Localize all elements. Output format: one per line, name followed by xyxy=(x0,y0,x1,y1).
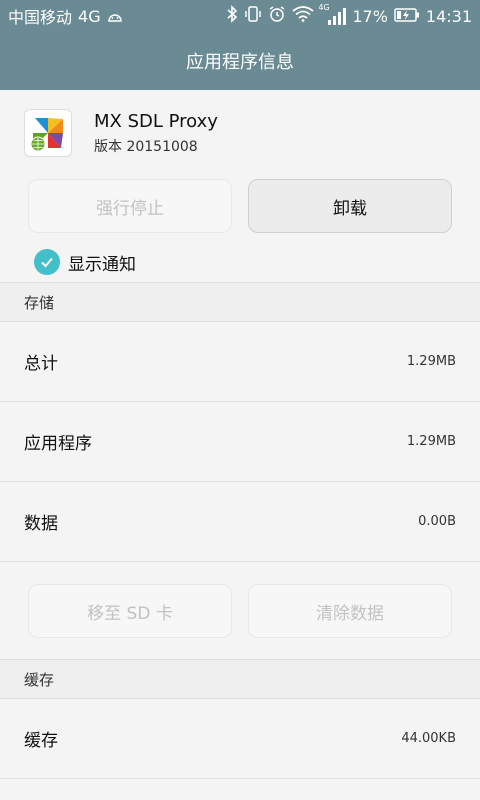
clear-data-button[interactable]: 清除数据 xyxy=(248,584,452,638)
storage-row-app: 应用程序 1.29MB xyxy=(0,402,480,482)
move-to-sd-label: 移至 SD 卡 xyxy=(87,603,173,624)
android-icon xyxy=(107,7,123,26)
cache-header-label: 缓存 xyxy=(24,670,55,689)
app-header: MX SDL Proxy 版本 20151008 xyxy=(0,90,480,176)
show-notification-toggle[interactable]: 显示通知 xyxy=(34,248,136,276)
storage-row-data: 数据 0.00B xyxy=(0,482,480,562)
app-name: MX SDL Proxy xyxy=(94,110,218,132)
storage-row-total: 总计 1.29MB xyxy=(0,322,480,402)
storage-section-header: 存储 xyxy=(0,282,480,322)
status-left: 中国移动 4G xyxy=(8,4,123,28)
checkmark-icon xyxy=(34,249,60,275)
row-value: 0.00B xyxy=(418,514,456,529)
force-stop-label: 强行停止 xyxy=(96,198,164,219)
row-label: 数据 xyxy=(24,514,58,534)
show-notification-label: 显示通知 xyxy=(68,254,136,275)
pinwheel-icon xyxy=(24,109,72,157)
bluetooth-icon xyxy=(226,5,238,27)
move-to-sd-button[interactable]: 移至 SD 卡 xyxy=(28,584,232,638)
uninstall-label: 卸载 xyxy=(333,198,367,219)
alarm-icon xyxy=(268,5,286,27)
battery-percent: 17% xyxy=(352,6,388,26)
app-meta: MX SDL Proxy 版本 20151008 xyxy=(94,111,218,156)
signal-type-label: 4G xyxy=(318,3,330,12)
wifi-icon xyxy=(292,6,314,26)
signal-icon: 4G xyxy=(318,3,347,25)
status-right: 4G 17% 14:31 xyxy=(226,3,472,27)
row-value: 1.29MB xyxy=(406,434,456,449)
uninstall-button[interactable]: 卸载 xyxy=(248,179,452,233)
carrier-label: 中国移动 xyxy=(8,8,73,27)
row-label: 应用程序 xyxy=(24,434,92,454)
status-bar: 中国移动 4G 4G 17% 14:31 xyxy=(0,0,480,32)
cache-section-header: 缓存 xyxy=(0,659,480,699)
storage-header-label: 存储 xyxy=(24,293,55,312)
cache-row: 缓存 44.00KB xyxy=(0,699,480,779)
clear-data-label: 清除数据 xyxy=(316,603,384,624)
row-label: 缓存 xyxy=(24,731,58,751)
battery-charging-icon xyxy=(394,7,420,26)
row-label: 总计 xyxy=(24,354,58,374)
force-stop-button[interactable]: 强行停止 xyxy=(28,179,232,233)
row-value: 1.29MB xyxy=(406,354,456,369)
clock: 14:31 xyxy=(425,6,472,26)
vibrate-icon xyxy=(244,5,262,27)
network-label: 4G xyxy=(78,6,101,26)
row-value: 44.00KB xyxy=(401,731,456,746)
page-title: 应用程序信息 xyxy=(186,52,294,73)
title-bar: 应用程序信息 xyxy=(0,32,480,90)
app-version: 版本 20151008 xyxy=(94,138,198,155)
